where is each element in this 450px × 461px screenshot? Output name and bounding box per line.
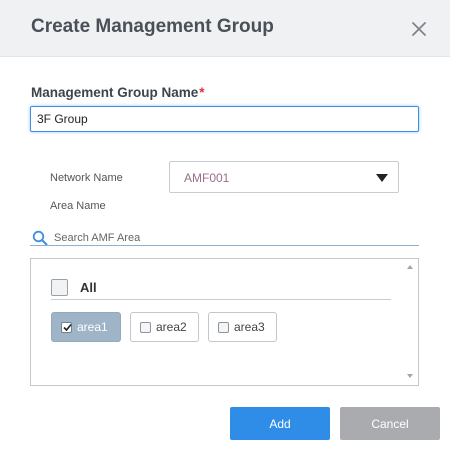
search-underline — [30, 245, 419, 246]
group-name-label-text: Management Group Name — [31, 85, 199, 100]
scroll-up-icon[interactable] — [407, 265, 413, 269]
area-chip-area3[interactable]: area3 — [208, 312, 277, 342]
cancel-button[interactable]: Cancel — [340, 407, 440, 440]
area-chip-label: area3 — [234, 320, 265, 334]
create-management-group-dialog: Create Management Group Management Group… — [0, 0, 450, 461]
area3-checkbox — [218, 322, 229, 333]
area-chip-label: area1 — [77, 320, 108, 334]
close-icon[interactable] — [410, 20, 428, 38]
dialog-title: Create Management Group — [31, 16, 274, 37]
scroll-down-icon[interactable] — [407, 374, 413, 378]
all-label: All — [80, 280, 97, 295]
list-scrollbar[interactable] — [402, 259, 418, 385]
checkmark-icon — [63, 323, 72, 332]
network-selected-value: AMF001 — [184, 171, 230, 185]
area-chip-area2[interactable]: area2 — [130, 312, 199, 342]
all-checkbox[interactable] — [51, 279, 68, 296]
dialog-header: Create Management Group — [0, 0, 450, 57]
all-divider — [51, 299, 391, 300]
search-icon — [32, 230, 48, 246]
add-button[interactable]: Add — [230, 407, 330, 440]
area-name-label: Area Name — [50, 200, 106, 212]
network-name-select[interactable]: AMF001 — [169, 161, 399, 193]
area-chip-area1[interactable]: area1 — [51, 312, 121, 342]
area1-checkbox — [61, 322, 72, 333]
area-list-box: All area1 area2 area3 — [30, 258, 419, 386]
area2-checkbox — [140, 322, 151, 333]
caret-down-icon — [376, 174, 388, 182]
area-chip-label: area2 — [156, 320, 187, 334]
group-name-input[interactable] — [30, 106, 419, 132]
network-name-label: Network Name — [50, 172, 123, 184]
required-marker: * — [199, 85, 205, 100]
group-name-label: Management Group Name* — [31, 85, 205, 100]
